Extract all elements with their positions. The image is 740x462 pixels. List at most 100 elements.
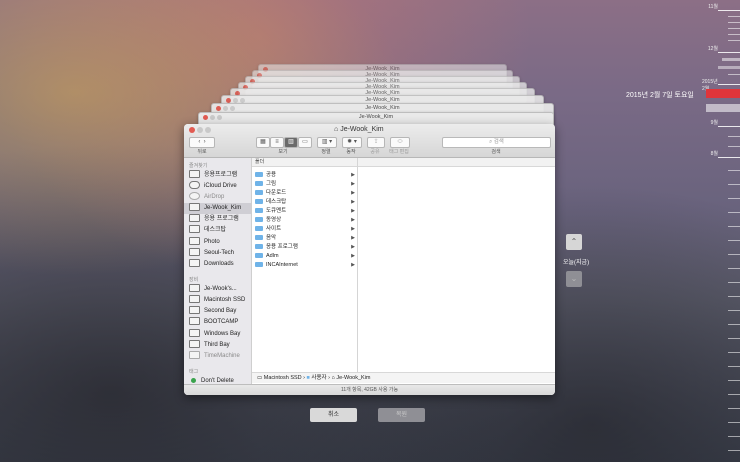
sidebar-item-seoul-tech[interactable]: Seoul-Tech [189, 248, 251, 259]
arrange-button[interactable]: ▥ ▾ [317, 137, 337, 148]
sidebar-item-apps2[interactable]: 응용 프로그램 [189, 214, 251, 225]
close-icon[interactable] [189, 127, 195, 133]
file-item[interactable]: Adlm ▶ [255, 252, 355, 260]
timeline-tick [728, 28, 740, 29]
path-segment[interactable]: 사용자 [311, 375, 326, 381]
file-item-label: 사이트 [266, 226, 282, 232]
back-forward-buttons[interactable]: ‹ › [189, 137, 215, 148]
zoom-icon[interactable] [205, 127, 211, 133]
sidebar-item-device[interactable]: Je-Wook's... [189, 284, 251, 295]
file-item-label: 그림 [266, 181, 277, 187]
file-item-label: Adlm [266, 253, 279, 259]
file-item-label: INCAInternet [266, 262, 298, 268]
sidebar-item-device[interactable]: Macintosh SSD [189, 295, 251, 306]
older-button[interactable]: ⌄ [566, 271, 582, 287]
folder-icon [255, 190, 263, 196]
finder-window[interactable]: ⌂ Je-Wook_Kim ‹ › 뒤로 ▦ ≡ ▥ ▭ 보기 ▥ ▾ 정렬 ✹… [184, 124, 555, 395]
sidebar: 즐겨찾기 응용프로그램 iCloud Drive AirDrop Je-Wook… [184, 158, 252, 395]
sidebar-item-desktop[interactable]: 데스크탑 [189, 225, 251, 236]
icon-view-button[interactable]: ▦ [256, 137, 270, 148]
chevron-right-icon: ▶ [351, 190, 355, 196]
sidebar-item-label: iCloud Drive [204, 183, 237, 189]
chevron-up-icon: ⌃ [570, 237, 578, 246]
file-item[interactable]: 그림 ▶ [255, 180, 355, 188]
sidebar-item-label: TimeMachine [204, 353, 240, 359]
timeline-tick [718, 126, 740, 127]
timeline-current-marker[interactable] [706, 89, 740, 98]
file-item-label: 데스크탑 [266, 199, 287, 205]
path-segment[interactable]: Macintosh SSD [264, 375, 302, 381]
folder-icon [189, 225, 200, 234]
share-icon: ⇪ [373, 139, 379, 145]
timeline-tick [728, 338, 740, 339]
chevron-right-icon: ▶ [351, 217, 355, 223]
sidebar-item-downloads[interactable]: Downloads [189, 259, 251, 270]
search-input[interactable]: ⌕ 검색 [442, 137, 551, 148]
file-item[interactable]: 동영상 ▶ [255, 216, 355, 224]
sidebar-item-airdrop[interactable]: AirDrop [189, 192, 251, 203]
sidebar-section-devices: 장비 [189, 277, 199, 283]
status-bar: 11개 항목, 42GB 사용 가능 [184, 384, 555, 395]
cancel-button[interactable]: 취소 [310, 408, 357, 422]
timeline-tick [728, 254, 740, 255]
apps-icon [189, 214, 200, 223]
file-item[interactable]: 음악 ▶ [255, 234, 355, 242]
file-item[interactable]: 다운로드 ▶ [255, 189, 355, 197]
sidebar-item-label: 응용 프로그램 [204, 216, 239, 222]
file-item-label: 도큐멘트 [266, 208, 287, 214]
sidebar-item-device[interactable]: TimeMachine [189, 351, 251, 362]
timeline-tick [728, 170, 740, 171]
sidebar-item-home[interactable]: Je-Wook_Kim [184, 203, 251, 214]
disk-icon [189, 340, 200, 349]
sidebar-item-device[interactable]: BOOTCAMP [189, 317, 251, 328]
view-label: 보기 [278, 149, 288, 155]
timeline-tick [718, 10, 740, 11]
sidebar-item-device[interactable]: Windows Bay [189, 329, 251, 340]
file-item[interactable]: 사이트 ▶ [255, 225, 355, 233]
sidebar-item-label: Je-Wook_Kim [204, 205, 242, 211]
folder-icon [255, 253, 263, 259]
newer-button[interactable]: ⌃ [566, 234, 582, 250]
home-icon: ⌂ [334, 126, 339, 133]
share-label: 공유 [370, 149, 380, 155]
minimize-icon[interactable] [197, 127, 203, 133]
file-item[interactable]: 응용 프로그램 ▶ [255, 243, 355, 251]
file-item[interactable]: INCAInternet ▶ [255, 261, 355, 269]
folder-icon [189, 259, 200, 268]
timeline-tick [718, 66, 740, 69]
timeline-tick [728, 268, 740, 269]
folder-icon [255, 226, 263, 232]
tag-button[interactable]: ⬭ [390, 137, 410, 148]
tag-label: 태그 편집 [389, 149, 409, 155]
timeline-bar[interactable]: 11월 12월 2015년 2월 9월 8월 [702, 0, 740, 462]
file-item-label: 동영상 [266, 217, 282, 223]
path-segment[interactable]: Je-Wook_Kim [336, 375, 370, 381]
timeline-tick [728, 310, 740, 311]
restore-button[interactable]: 복원 [378, 408, 425, 422]
chevron-right-icon: ▶ [351, 253, 355, 259]
list-view-button[interactable]: ≡ [270, 137, 284, 148]
file-item[interactable]: 공용 ▶ [255, 171, 355, 179]
sidebar-item-applications[interactable]: 응용프로그램 [189, 170, 251, 181]
share-button[interactable]: ⇪ [367, 137, 385, 148]
action-button[interactable]: ✹ ▾ [342, 137, 362, 148]
column-view-button[interactable]: ▥ [284, 137, 298, 148]
sidebar-item-label: Third Bay [204, 342, 230, 348]
file-item-label: 다운로드 [266, 190, 287, 196]
timeline-tick [728, 450, 740, 451]
timeline-label: 9월 [710, 120, 718, 126]
sidebar-item-device[interactable]: Second Bay [189, 306, 251, 317]
file-item-label: 응용 프로그램 [266, 244, 298, 250]
sidebar-item-label: Photo [204, 239, 220, 245]
sidebar-item-icloud[interactable]: iCloud Drive [189, 181, 251, 192]
file-item[interactable]: 데스크탑 ▶ [255, 198, 355, 206]
folder-icon [255, 244, 263, 250]
forward-icon[interactable]: › [204, 139, 206, 145]
back-icon[interactable]: ‹ [198, 139, 200, 145]
search-label: 검색 [491, 149, 501, 155]
coverflow-view-button[interactable]: ▭ [298, 137, 312, 148]
timeline-tick [728, 198, 740, 199]
sidebar-item-photo[interactable]: Photo [189, 237, 251, 248]
file-item[interactable]: 도큐멘트 ▶ [255, 207, 355, 215]
sidebar-item-device[interactable]: Third Bay [189, 340, 251, 351]
